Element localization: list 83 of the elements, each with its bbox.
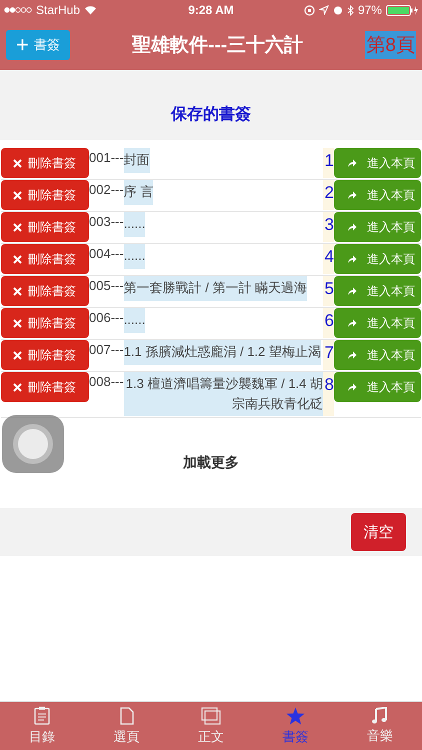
- share-arrow-icon: [347, 318, 357, 328]
- share-arrow-icon: [347, 190, 357, 200]
- delete-bookmark-button[interactable]: 刪除書簽: [1, 276, 89, 306]
- delete-bookmark-button[interactable]: 刪除書簽: [1, 372, 89, 402]
- page-number: 7: [323, 340, 334, 370]
- x-icon: [13, 350, 22, 360]
- clock-time: 9:28 AM: [188, 3, 234, 17]
- share-arrow-icon: [347, 382, 357, 392]
- bookmark-number: 003---: [89, 213, 124, 229]
- tab-item[interactable]: 書簽: [253, 702, 338, 750]
- music-note-icon: [372, 707, 388, 724]
- share-arrow-icon: [347, 286, 357, 296]
- bookmark-title: 第一套勝戰計 / 第一計 瞞天過海: [124, 276, 308, 300]
- share-arrow-icon: [347, 254, 357, 264]
- bookmark-number: 007---: [89, 341, 124, 357]
- open-page-button[interactable]: 進入本頁: [334, 372, 421, 402]
- delete-bookmark-button[interactable]: 刪除書簽: [1, 244, 89, 274]
- page-number: 6: [323, 308, 334, 338]
- clear-button[interactable]: 清空: [351, 513, 406, 551]
- bookmark-number: 001---: [89, 149, 124, 165]
- add-bookmark-button[interactable]: + 書簽: [6, 30, 70, 60]
- bookmark-title: 1.1 孫臏減灶惑龐涓 / 1.2 望梅止渴: [124, 340, 321, 364]
- load-more-link[interactable]: 加載更多: [183, 454, 239, 472]
- rotation-lock-icon: [304, 4, 315, 16]
- share-arrow-icon: [347, 222, 357, 232]
- x-icon: [13, 222, 22, 232]
- delete-bookmark-button[interactable]: 刪除書簽: [1, 212, 89, 242]
- windows-icon: [201, 706, 222, 724]
- bookmark-title: ......: [124, 244, 146, 268]
- delete-bookmark-button[interactable]: 刪除書簽: [1, 308, 89, 338]
- tab-item[interactable]: 選頁: [84, 702, 169, 750]
- bookmark-title: ......: [124, 308, 146, 332]
- bookmark-title: ......: [124, 212, 146, 236]
- share-arrow-icon: [347, 158, 357, 168]
- clipboard-icon: [34, 706, 50, 725]
- bookmark-number: 006---: [89, 309, 124, 325]
- bookmark-title: 序 言: [124, 180, 154, 204]
- share-arrow-icon: [347, 350, 357, 360]
- x-icon: [13, 254, 22, 264]
- tab-item[interactable]: 正文: [168, 702, 254, 750]
- open-page-button[interactable]: 進入本頁: [334, 212, 421, 242]
- page-number: 3: [323, 212, 334, 242]
- tab-item[interactable]: 目錄: [0, 702, 84, 750]
- x-icon: [13, 158, 22, 168]
- bookmark-title: 封面: [124, 148, 150, 172]
- location-icon: [318, 5, 329, 15]
- star-icon: [286, 706, 305, 724]
- wifi-icon: [84, 5, 98, 15]
- assistive-touch-button[interactable]: [2, 415, 64, 473]
- x-icon: [13, 318, 22, 328]
- x-icon: [13, 382, 22, 392]
- open-page-button[interactable]: 進入本頁: [334, 276, 421, 306]
- alarm-icon: [332, 5, 343, 15]
- bookmark-number: 005---: [89, 277, 124, 293]
- bookmark-number: 004---: [89, 245, 124, 261]
- page-number: 1: [323, 148, 334, 178]
- open-page-button[interactable]: 進入本頁: [334, 180, 421, 210]
- open-page-button[interactable]: 進入本頁: [334, 308, 421, 338]
- delete-bookmark-button[interactable]: 刪除書簽: [1, 340, 89, 370]
- delete-bookmark-button[interactable]: 刪除書簽: [1, 148, 89, 178]
- tab-item[interactable]: 音樂: [338, 702, 422, 750]
- x-icon: [13, 286, 22, 296]
- page-number: 8: [323, 372, 334, 416]
- bookmark-number: 008---: [89, 373, 124, 389]
- open-page-button[interactable]: 進入本頁: [334, 148, 421, 178]
- open-page-button[interactable]: 進入本頁: [334, 244, 421, 274]
- page-icon: [120, 706, 134, 724]
- page-badge: 第8頁: [365, 31, 416, 59]
- signal-icon: [4, 7, 32, 13]
- page-number: 4: [323, 244, 334, 274]
- carrier-name: StarHub: [36, 3, 80, 17]
- page-number: 2: [323, 180, 334, 210]
- page-number: 5: [323, 276, 334, 306]
- battery-icon: [386, 4, 418, 16]
- app-title: 聖雄軟件---三十六計: [132, 34, 304, 58]
- bookmark-number: 002---: [89, 181, 124, 197]
- delete-bookmark-button[interactable]: 刪除書簽: [1, 180, 89, 210]
- bluetooth-icon: [346, 4, 354, 16]
- x-icon: [13, 190, 22, 200]
- open-page-button[interactable]: 進入本頁: [334, 340, 421, 370]
- bookmark-title: 1.3 檀道濟唱籌量沙襲魏軍 / 1.4 胡宗南兵敗青化砭: [124, 372, 323, 416]
- section-title: 保存的書簽: [171, 104, 251, 125]
- battery-percent: 97%: [358, 3, 382, 17]
